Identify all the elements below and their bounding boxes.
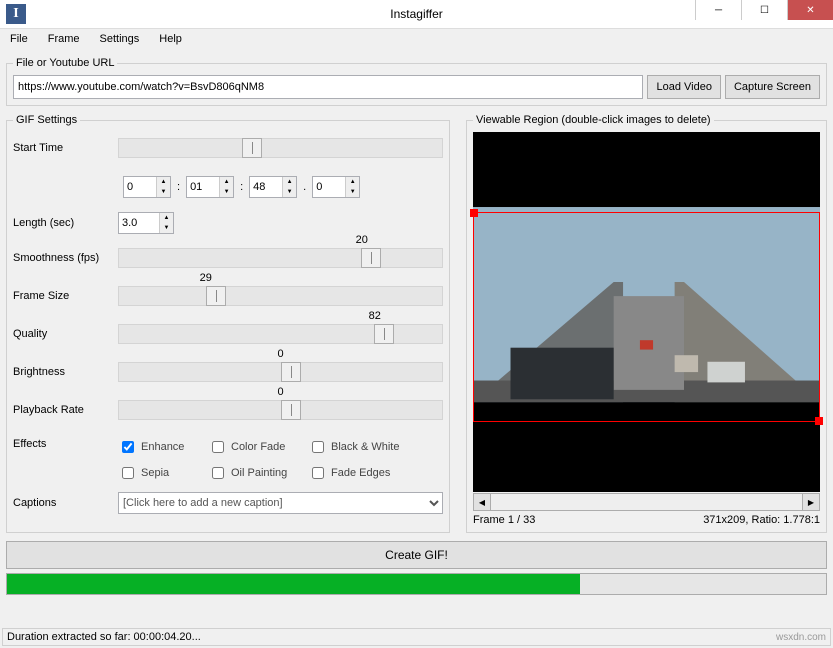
start-time-slider[interactable] (118, 138, 443, 158)
brightness-label: Brightness (13, 366, 118, 378)
length-label: Length (sec) (13, 217, 118, 229)
effect-enhance[interactable]: Enhance (118, 438, 208, 456)
frame-size-label: Frame Size (13, 290, 118, 302)
progress-bar (6, 573, 827, 595)
maximize-button[interactable]: ☐ (741, 0, 787, 20)
url-input[interactable] (13, 75, 643, 99)
frame-scrollbar[interactable] (491, 493, 802, 511)
length-spinner[interactable]: ▲▼ (118, 212, 174, 234)
start-hours-spinner[interactable]: ▲▼ (123, 176, 171, 198)
effect-oil-painting[interactable]: Oil Painting (208, 464, 308, 482)
menubar: File Frame Settings Help (0, 29, 833, 53)
viewable-legend: Viewable Region (double-click images to … (473, 114, 714, 126)
next-frame-button[interactable]: ▶ (802, 493, 820, 511)
playback-rate-value: 0 (277, 386, 283, 398)
effect-fade-edges[interactable]: Fade Edges (308, 464, 418, 482)
gif-settings-group: GIF Settings Start Time ▲▼ : ▲▼ : ▲▼ . ▲… (6, 114, 450, 533)
start-seconds-spinner[interactable]: ▲▼ (249, 176, 297, 198)
app-icon: I (6, 4, 26, 24)
close-button[interactable]: ✕ (787, 0, 833, 20)
window-title: Instagiffer (390, 7, 442, 21)
status-text: Duration extracted so far: 00:00:04.20..… (7, 631, 201, 643)
captions-label: Captions (13, 497, 118, 509)
quality-slider[interactable] (118, 324, 443, 344)
create-gif-button[interactable]: Create GIF! (6, 541, 827, 569)
quality-label: Quality (13, 328, 118, 340)
quality-value: 82 (369, 310, 381, 322)
gif-settings-legend: GIF Settings (13, 114, 80, 126)
effects-label: Effects (13, 438, 118, 482)
start-ms-spinner[interactable]: ▲▼ (312, 176, 360, 198)
prev-frame-button[interactable]: ◀ (473, 493, 491, 511)
menu-help[interactable]: Help (155, 31, 186, 51)
brightness-value: 0 (277, 348, 283, 360)
frame-size-slider[interactable] (118, 286, 443, 306)
preview-area[interactable] (473, 132, 820, 492)
status-bar: Duration extracted so far: 00:00:04.20..… (2, 628, 831, 646)
frame-size-info: 371x209, Ratio: 1.778:1 (703, 514, 820, 526)
capture-screen-button[interactable]: Capture Screen (725, 75, 820, 99)
playback-rate-label: Playback Rate (13, 404, 118, 416)
effect-color-fade[interactable]: Color Fade (208, 438, 308, 456)
crop-box[interactable] (473, 212, 820, 422)
smoothness-slider[interactable] (118, 248, 443, 268)
brightness-slider[interactable] (118, 362, 443, 382)
menu-settings[interactable]: Settings (96, 31, 144, 51)
effect-sepia[interactable]: Sepia (118, 464, 208, 482)
load-video-button[interactable]: Load Video (647, 75, 720, 99)
frame-counter: Frame 1 / 33 (473, 514, 535, 526)
smoothness-value: 20 (356, 234, 368, 246)
crop-handle-br[interactable] (815, 417, 823, 425)
file-url-group: File or Youtube URL Load Video Capture S… (6, 57, 827, 106)
captions-select[interactable]: [Click here to add a new caption] (118, 492, 443, 514)
progress-fill (7, 574, 580, 594)
titlebar: I Instagiffer ─ ☐ ✕ (0, 0, 833, 29)
viewable-region-group: Viewable Region (double-click images to … (466, 114, 827, 533)
frame-size-value: 29 (200, 272, 212, 284)
menu-frame[interactable]: Frame (44, 31, 84, 51)
smoothness-label: Smoothness (fps) (13, 252, 118, 264)
menu-file[interactable]: File (6, 31, 32, 51)
watermark: wsxdn.com (776, 632, 826, 643)
crop-handle-tl[interactable] (470, 209, 478, 217)
effect-black-white[interactable]: Black & White (308, 438, 418, 456)
start-minutes-spinner[interactable]: ▲▼ (186, 176, 234, 198)
file-url-legend: File or Youtube URL (13, 57, 117, 69)
minimize-button[interactable]: ─ (695, 0, 741, 20)
start-time-label: Start Time (13, 142, 118, 154)
playback-rate-slider[interactable] (118, 400, 443, 420)
